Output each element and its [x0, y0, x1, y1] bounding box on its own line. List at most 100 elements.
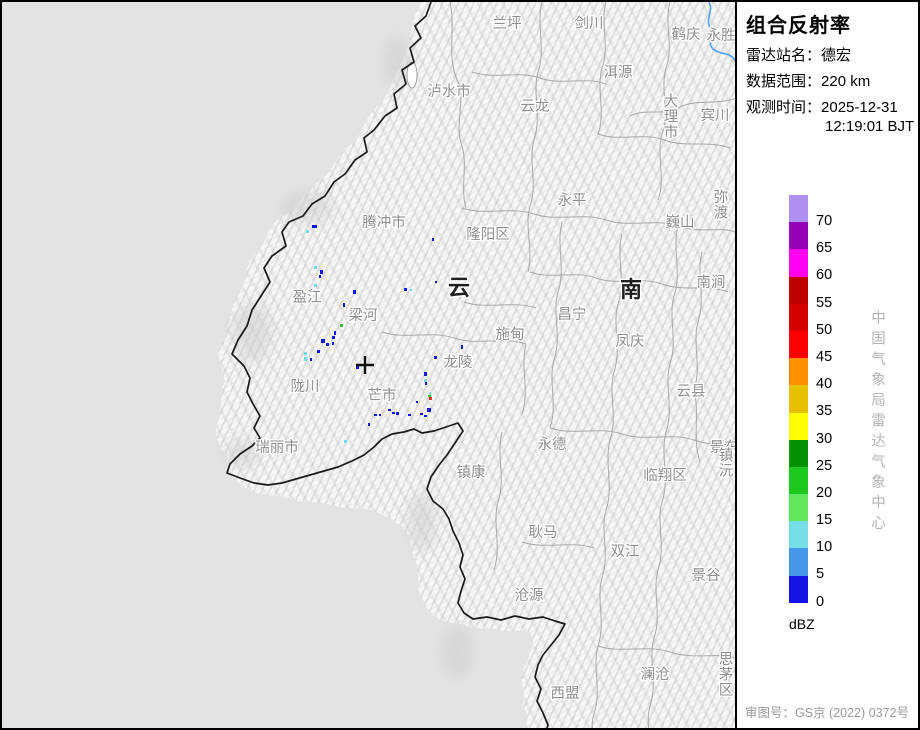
radar-echo-dot	[319, 275, 321, 278]
radar-echo-dot	[425, 382, 427, 385]
info-panel: 组合反射率 雷达站名：德宏 数据范围：220 km 观测时间：2025-12-3…	[737, 2, 920, 728]
county-boundary	[464, 302, 536, 308]
radar-echo-dot	[427, 408, 431, 412]
place-label: 耿马	[529, 524, 558, 541]
county-boundary	[598, 646, 735, 658]
county-boundary	[522, 344, 526, 414]
place-label: 南涧	[697, 274, 726, 291]
radar-echo-dot	[306, 230, 309, 233]
county-boundary	[494, 432, 502, 570]
radar-echo-dot	[332, 342, 334, 345]
radar-echo-dot	[326, 343, 329, 346]
nodata-shade-blob	[383, 36, 411, 88]
radar-map: 兰坪剑川鹤庆永胜洱源泸水市云龙大理市宾川永平腾冲市隆阳区巍山弥渡南涧盈江梁河昌宁…	[2, 2, 737, 728]
county-boundary	[472, 72, 606, 84]
legend-swatch-15	[789, 494, 808, 521]
place-label: 盈江	[293, 289, 322, 306]
station-value: 德宏	[821, 47, 851, 64]
radar-echo-dot	[368, 423, 370, 426]
legend-swatch-55	[789, 277, 808, 304]
place-label: 芒市	[368, 387, 397, 404]
legend-swatch-5	[789, 548, 808, 575]
place-label: 西盟	[551, 686, 580, 702]
place-label: 云龙	[521, 98, 550, 115]
place-label: 弥渡	[714, 188, 729, 222]
radar-echo-dot	[353, 290, 356, 294]
radar-echo-dot	[304, 357, 307, 361]
radar-echo-dot	[334, 331, 336, 335]
place-label: 剑川	[575, 15, 604, 32]
obstime-row: 观测时间：2025-12-31	[746, 96, 898, 117]
map-approval-number: 审图号：GS京 (2022) 0372号	[745, 702, 909, 721]
nodata-shade-blob	[441, 626, 473, 678]
legend-swatch-45	[789, 331, 808, 358]
province-label: 南	[620, 277, 642, 302]
place-label: 云县	[677, 384, 706, 400]
legend-swatch-50	[789, 304, 808, 331]
place-label: 瑞丽市	[255, 439, 299, 456]
radar-viewer-window: 兰坪剑川鹤庆永胜洱源泸水市云龙大理市宾川永平腾冲市隆阳区巍山弥渡南涧盈江梁河昌宁…	[0, 0, 920, 730]
legend-level-70: 70	[789, 195, 909, 222]
place-label: 临翔区	[643, 467, 687, 484]
place-label: 镇康	[457, 464, 486, 481]
radar-echo-dot	[332, 336, 335, 339]
radar-echo-dot	[432, 238, 434, 241]
place-label: 隆阳区	[466, 226, 510, 243]
radar-echo-dot	[356, 366, 359, 369]
county-boundary	[450, 2, 466, 208]
nodata-shade-blob	[408, 492, 436, 552]
radar-echo-dot	[314, 284, 317, 287]
obstime-time: 12:19:01 BJT	[825, 118, 914, 135]
place-label: 泸水市	[427, 83, 471, 100]
county-boundary	[592, 440, 610, 728]
legend-swatch-70	[789, 195, 808, 222]
station-row: 雷达站名：德宏	[746, 44, 851, 65]
county-boundary	[550, 428, 735, 446]
place-label: 巍山	[666, 214, 695, 231]
range-value: 220 km	[821, 73, 870, 90]
legend-level-65: 65	[789, 222, 909, 249]
legend-level-55: 55	[789, 277, 909, 304]
place-label: 宾川	[701, 107, 730, 124]
radar-echo-dot	[379, 414, 381, 416]
radar-echo-dot	[314, 266, 317, 269]
place-label: 大理市	[664, 93, 679, 141]
radar-echo-dot	[344, 440, 347, 443]
legend-swatch-10	[789, 521, 808, 548]
place-label: 永胜	[707, 27, 736, 44]
legend-level-40: 40	[789, 358, 909, 385]
radar-echo-dot	[429, 397, 432, 400]
radar-echo-dot	[374, 414, 377, 416]
radar-echo-dot	[408, 414, 411, 416]
radar-echo-dot	[388, 409, 391, 411]
obstime-date: 2025-12-31	[821, 99, 898, 116]
legend-swatch-65	[789, 222, 808, 249]
radar-echo-dot	[312, 225, 317, 228]
county-boundary	[528, 2, 542, 272]
radar-echo-dot	[396, 412, 399, 415]
place-label: 永德	[538, 436, 567, 453]
place-label: 鹤庆	[672, 26, 701, 43]
legend-level-15: 15	[789, 494, 909, 521]
legend-level-25: 25	[789, 440, 909, 467]
radar-map-canvas: 兰坪剑川鹤庆永胜洱源泸水市云龙大理市宾川永平腾冲市隆阳区巍山弥渡南涧盈江梁河昌宁…	[2, 2, 735, 728]
place-label: 永平	[558, 192, 587, 209]
legend-swatch-60	[789, 249, 808, 276]
place-label: 镇沅	[719, 447, 734, 480]
radar-echo-dot	[404, 288, 407, 291]
place-label: 思茅区	[719, 652, 734, 699]
reflectivity-color-scale: 7065605550454035302520151050	[789, 195, 909, 603]
radar-echo-dot	[424, 379, 427, 382]
legend-level-0: 0	[789, 576, 909, 603]
range-label: 数据范围：	[746, 73, 821, 90]
province-label: 云	[448, 275, 470, 300]
legend-level-5: 5	[789, 548, 909, 575]
place-label: 澜沧	[641, 666, 670, 683]
place-label: 洱源	[604, 64, 633, 81]
legend-tick-0: 0	[816, 594, 824, 610]
radar-echo-dot	[416, 401, 418, 403]
obstime-label: 观测时间：	[746, 99, 821, 116]
place-label: 腾冲市	[362, 214, 406, 231]
place-label: 凤庆	[616, 333, 645, 350]
radar-echo-dot	[434, 356, 437, 359]
